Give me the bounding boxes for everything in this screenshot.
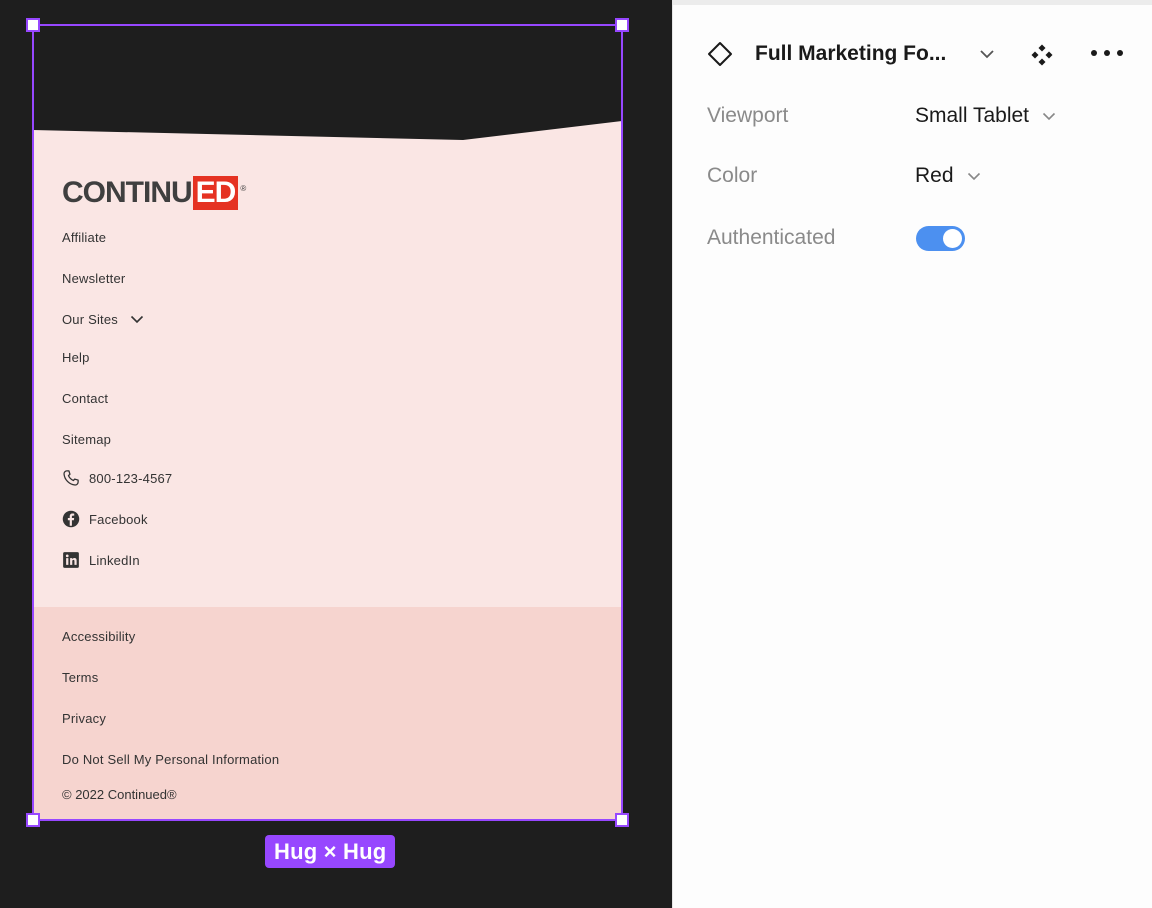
footer-link-label: Our Sites — [62, 312, 118, 327]
color-dropdown[interactable]: Red — [915, 164, 982, 188]
properties-panel: Full Marketing Fo... Viewport Small Tabl… — [672, 0, 1152, 908]
phone-number: 800-123-4567 — [89, 470, 173, 486]
component-instance-icon — [708, 42, 732, 66]
logo-word: CONTINU — [62, 176, 193, 209]
color-value: Red — [915, 164, 954, 187]
property-label-authenticated: Authenticated — [707, 226, 836, 249]
resize-handle-top-right[interactable] — [615, 18, 629, 32]
footer-legal-accessibility[interactable]: Accessibility — [62, 629, 135, 644]
resize-handle-top-left[interactable] — [26, 18, 40, 32]
footer-link-label: Affiliate — [62, 230, 107, 245]
footer-link-label: Help — [62, 350, 90, 365]
footer-background — [33, 25, 622, 820]
chevron-down-icon — [1041, 108, 1057, 124]
chevron-down-icon — [130, 315, 144, 324]
footer-link-label: Sitemap — [62, 432, 112, 447]
footer-link-label: Newsletter — [62, 271, 126, 286]
footer-link-newsletter[interactable]: Newsletter — [62, 271, 125, 286]
viewport-dropdown[interactable]: Small Tablet — [915, 104, 1057, 128]
footer-link-contact[interactable]: Contact — [62, 391, 108, 406]
footer-frame[interactable]: CONTINU ED ® Affiliate Newsletter Our Si… — [33, 25, 622, 820]
footer-link-label: Privacy — [62, 711, 107, 726]
footer-facebook-link[interactable]: Facebook — [62, 510, 148, 528]
footer-link-label: Do Not Sell My Personal Information — [62, 752, 280, 767]
copyright-text: © 2022 Continued® — [62, 787, 177, 802]
continued-logo[interactable]: CONTINU ED ® — [62, 176, 246, 210]
footer-link-sitemap[interactable]: Sitemap — [62, 432, 111, 447]
footer-link-our-sites[interactable]: Our Sites — [62, 312, 144, 327]
footer-phone-link[interactable]: 800-123-4567 — [62, 469, 172, 487]
logo-ed-mark: ED — [192, 176, 239, 210]
more-options-icon[interactable] — [1089, 45, 1125, 61]
footer-link-help[interactable]: Help — [62, 350, 90, 365]
footer-legal-privacy[interactable]: Privacy — [62, 711, 106, 726]
footer-link-label: Terms — [62, 670, 99, 685]
footer-legal-terms[interactable]: Terms — [62, 670, 98, 685]
footer-linkedin-link[interactable]: LinkedIn — [62, 551, 140, 569]
property-label-viewport: Viewport — [707, 104, 789, 127]
phone-icon — [62, 469, 80, 487]
resize-handle-bottom-right[interactable] — [615, 813, 629, 827]
linkedin-label: LinkedIn — [89, 552, 140, 568]
viewport-value: Small Tablet — [915, 104, 1030, 127]
authenticated-toggle[interactable] — [916, 226, 965, 251]
footer-link-label: Accessibility — [62, 629, 136, 644]
design-canvas[interactable]: CONTINU ED ® Affiliate Newsletter Our Si… — [0, 0, 672, 908]
footer-legal-do-not-sell[interactable]: Do Not Sell My Personal Information — [62, 752, 279, 767]
footer-link-label: Contact — [62, 391, 109, 406]
facebook-label: Facebook — [89, 511, 148, 527]
linkedin-icon — [62, 551, 80, 569]
chevron-down-icon[interactable] — [977, 44, 997, 64]
component-title[interactable]: Full Marketing Fo... — [755, 42, 946, 66]
toggle-knob — [943, 229, 962, 248]
logo-registered-mark: ® — [240, 184, 247, 193]
go-to-main-component-icon[interactable] — [1030, 43, 1054, 67]
resize-handle-bottom-left[interactable] — [26, 813, 40, 827]
chevron-down-icon — [966, 168, 982, 184]
panel-top-divider — [673, 0, 1152, 5]
property-label-color: Color — [707, 164, 758, 187]
footer-link-affiliate[interactable]: Affiliate — [62, 230, 106, 245]
size-badge: Hug × Hug — [265, 835, 396, 868]
facebook-icon — [62, 510, 80, 528]
